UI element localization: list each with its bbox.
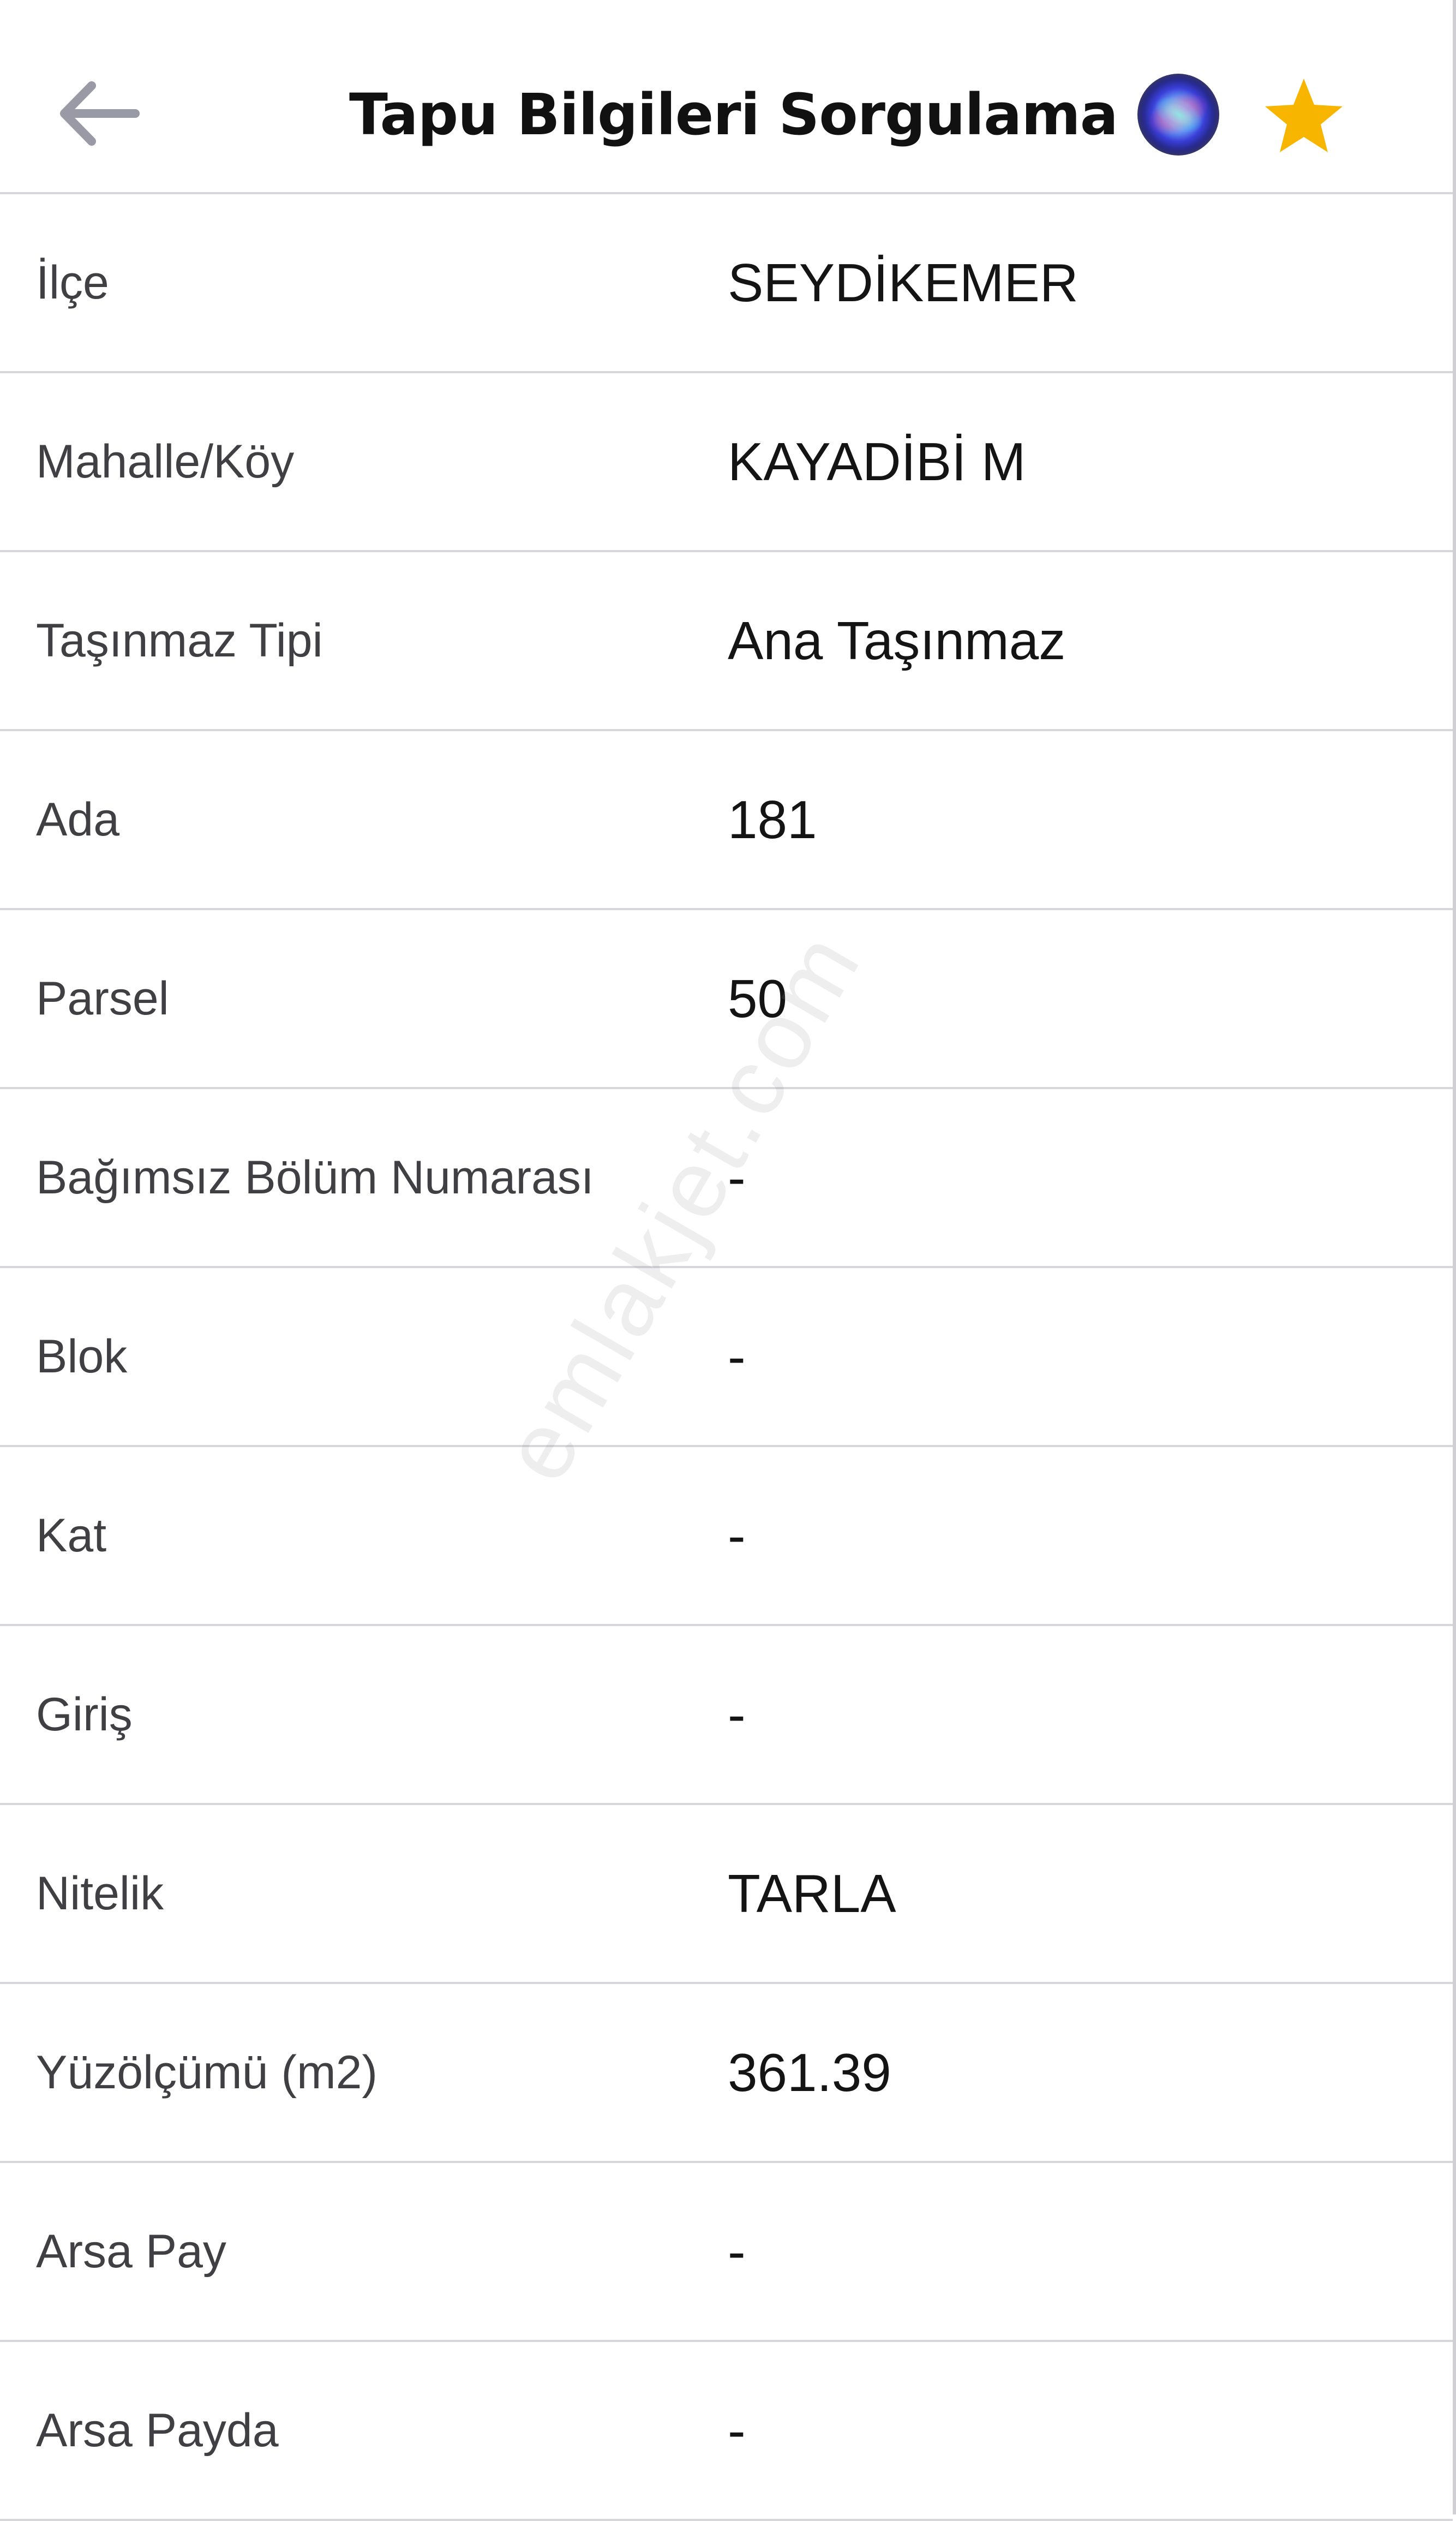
row-value: 361.39 [728, 2042, 891, 2102]
row-value: 50 [728, 968, 788, 1029]
row-value: Ana Taşınmaz [728, 610, 1066, 671]
siri-icon[interactable] [1137, 74, 1219, 156]
row-value: SEYDİKEMER [728, 252, 1078, 313]
list-item: Ada 181 [0, 731, 1453, 910]
list-item: Parsel 50 [0, 910, 1453, 1089]
list-item: Bağımsız Bölüm Numarası - [0, 1089, 1453, 1268]
row-value: KAYADİBİ M [728, 431, 1026, 492]
row-value: - [728, 2221, 746, 2281]
row-label: Mahalle/Köy [36, 435, 295, 488]
row-label: Arsa Pay [36, 2225, 226, 2278]
list-item: Blok - [0, 1268, 1453, 1447]
row-value: - [728, 1505, 746, 1566]
row-value: 181 [728, 789, 817, 850]
row-value: - [728, 2400, 746, 2460]
row-label: Blok [36, 1330, 128, 1383]
row-label: Nitelik [36, 1867, 164, 1920]
list-item: Taşınmaz Tipi Ana Taşınmaz [0, 552, 1453, 731]
favorite-button[interactable] [1255, 68, 1353, 166]
row-label: Giriş [36, 1688, 133, 1741]
list-item: Arsa Pay - [0, 2163, 1453, 2342]
page-title: Tapu Bilgileri Sorgulama [349, 81, 1118, 148]
right-edge-border [1453, 0, 1456, 2514]
row-value: - [728, 1326, 746, 1387]
row-label: Yüzölçümü (m2) [36, 2046, 378, 2099]
row-label: İlçe [36, 256, 109, 309]
row-value: - [728, 1147, 746, 1208]
top-navigation-bar: Tapu Bilgileri Sorgulama [0, 0, 1453, 194]
back-button[interactable] [55, 71, 164, 158]
row-label: Ada [36, 793, 120, 846]
row-label: Bağımsız Bölüm Numarası [36, 1151, 594, 1204]
list-item: Arsa Payda - [0, 2342, 1453, 2521]
row-label: Parsel [36, 972, 169, 1025]
star-icon [1263, 76, 1345, 158]
row-label: Taşınmaz Tipi [36, 614, 323, 667]
row-value: TARLA [728, 1863, 896, 1923]
arrow-left-icon [55, 78, 142, 152]
property-details-list: İlçe SEYDİKEMER Mahalle/Köy KAYADİBİ M T… [0, 194, 1453, 2521]
list-item: İlçe SEYDİKEMER [0, 194, 1453, 373]
list-item: Mahalle/Köy KAYADİBİ M [0, 373, 1453, 552]
list-item: Nitelik TARLA [0, 1805, 1453, 1984]
list-item: Yüzölçümü (m2) 361.39 [0, 1984, 1453, 2163]
row-label: Kat [36, 1509, 107, 1562]
list-item: Giriş - [0, 1626, 1453, 1805]
row-label: Arsa Payda [36, 2404, 279, 2457]
row-value: - [728, 1684, 746, 1745]
list-item: Kat - [0, 1447, 1453, 1626]
title-group: Tapu Bilgileri Sorgulama [349, 65, 1219, 164]
